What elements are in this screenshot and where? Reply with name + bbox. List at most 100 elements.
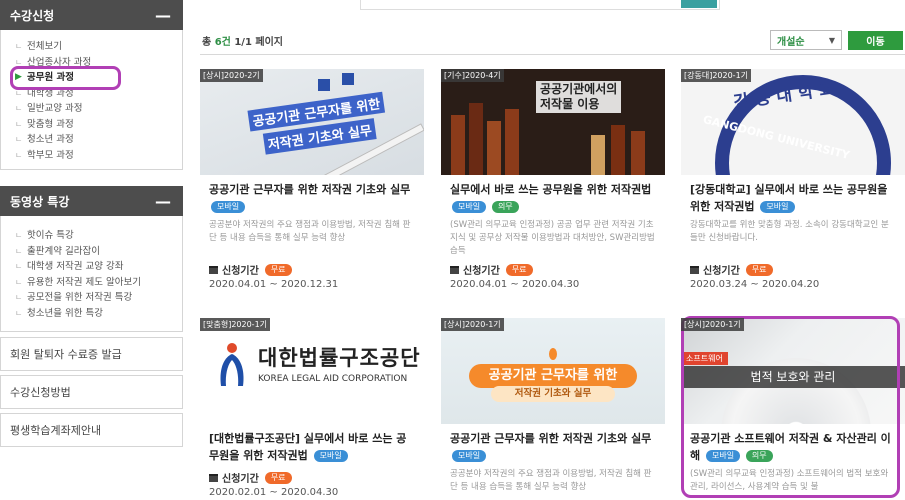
course-thumbnail[interactable]: [기수]2020-4기 공공기관에서의 저작물 이용	[441, 69, 665, 175]
course-description: 공공분야 저작권의 주요 쟁점과 이용방법, 저작권 침해 판단 등 내용 습득…	[450, 469, 652, 492]
free-badge: 무료	[264, 263, 292, 276]
dash-icon: ㄴ	[15, 277, 23, 287]
thumbnail-subcaption: 저작권 기초와 실무	[491, 386, 615, 402]
apply-period-date: 2020.03.24 ~ 2020.04.20	[690, 279, 820, 290]
collapse-icon[interactable]: —	[155, 6, 171, 25]
thumbnail-caption: 공공기관 근무자를 위한	[469, 364, 637, 388]
section-title: 수강신청	[10, 8, 55, 23]
sidebar-video-list: ㄴ 핫이슈 특강 ㄴ 출판계약 길라잡이 ㄴ 대학생 저작권 교양 강좌 ㄴ 유용한 저…	[0, 216, 183, 332]
course-thumbnail[interactable]: [상시]2020-2기 공공기관 근무자를 위한 저작권 기초와 실무	[200, 69, 424, 175]
sidebar-item-general[interactable]: ㄴ 일반교양 과정	[15, 101, 182, 117]
dash-icon: ㄴ	[15, 135, 23, 144]
divider	[200, 54, 905, 55]
sidebar-item-college-lecture[interactable]: ㄴ 대학생 저작권 교양 강좌	[15, 259, 182, 275]
sort-select[interactable]: 개설순 ▼	[770, 30, 842, 50]
sidebar-item-teen-lecture[interactable]: ㄴ 청소년을 위한 특강	[15, 306, 182, 322]
book-spine	[631, 131, 645, 175]
sidebar-link-certificate[interactable]: 회원 탈퇴자 수료증 발급	[0, 337, 183, 371]
course-tag: [상시]2020-1기	[441, 318, 504, 331]
mobile-badge: 모바일	[452, 450, 487, 462]
sidebar-item-all[interactable]: ㄴ 전체보기	[15, 39, 182, 55]
section-title: 동영상 특강	[10, 194, 70, 209]
thumbnail-caption: 공공기관 근무자를 위한 저작권 기초와 실무	[215, 85, 420, 162]
collapse-icon[interactable]: —	[155, 192, 171, 211]
course-tag: [기수]2020-4기	[441, 69, 504, 82]
legal-aid-logo	[220, 343, 244, 386]
course-card[interactable]: [상시]2020-2기 공공기관 근무자를 위한 저작권 기초와 실무 공공기관…	[200, 69, 424, 290]
course-card[interactable]: [상시]2020-1기 공공기관 근무자를 위한 저작권 기초와 실무 공공기관…	[441, 318, 665, 500]
dash-icon: ㄴ	[15, 231, 23, 240]
sidebar-item-custom[interactable]: ㄴ 맞춤형 과정	[15, 117, 182, 133]
apply-period-date: 2020.02.01 ~ 2020.04.30	[209, 487, 339, 498]
course-tag: [맞춤형]2020-1기	[200, 318, 271, 331]
sidebar-item-contest[interactable]: ㄴ 공모전을 위한 저작권 특강	[15, 290, 182, 306]
mobile-badge: 모바일	[705, 450, 741, 462]
go-button[interactable]: 이동	[848, 31, 903, 50]
result-summary: 총 6건 1/1 페이지	[202, 37, 283, 48]
sidebar-section-course-apply[interactable]: 수강신청 —	[0, 0, 183, 30]
course-list-area: 총 6건 1/1 페이지 개설순 ▼ 이동 [상시]2020-2기 공공기관 근…	[200, 0, 905, 500]
dash-icon: ㄴ	[15, 262, 23, 271]
apply-period-label: 신청기간 무료	[209, 470, 415, 485]
apply-period-label: 신청기간 무료	[209, 262, 415, 277]
book-spine	[469, 103, 483, 175]
die-icon	[342, 73, 354, 85]
calendar-icon	[209, 265, 218, 274]
course-description: 강동대학교를 위한 맞춤형 과정. 소속이 강동대학교인 분들만 신청바랍니다.	[690, 220, 889, 243]
calendar-icon	[690, 265, 699, 274]
thumbnail-caption: 공공기관에서의 저작물 이용	[536, 81, 622, 113]
book-spine	[591, 135, 605, 175]
mobile-badge: 모바일	[760, 201, 795, 213]
course-title[interactable]: 공공기관 근무자를 위한 저작권 기초와 실무 모바일	[209, 181, 415, 215]
course-card[interactable]: [맞춤형]2020-1기 대한법률구조공단 KOREA LEGAL AID CO…	[200, 318, 424, 498]
mobile-badge: 모바일	[211, 201, 246, 213]
free-badge: 무료	[505, 263, 533, 276]
course-title[interactable]: 공공기관 근무자를 위한 저작권 기초와 실무 모바일	[450, 430, 656, 464]
course-title[interactable]: 공공기관 소프트웨어 저작권 & 자산관리 이해 모바일 의무	[690, 430, 896, 464]
course-title[interactable]: [강동대학교] 실무에서 바로 쓰는 공무원을 위한 저작권법 모바일	[690, 181, 896, 215]
course-thumbnail[interactable]: [강동대]2020-1기 강 동 대 학 교 GANGDONG UNIVERSI…	[681, 69, 905, 175]
apply-period-label: 신청기간 무료	[450, 262, 656, 277]
organization-english-name: KOREA LEGAL AID CORPORATION	[258, 374, 408, 384]
sidebar-item-hot-issue[interactable]: ㄴ 핫이슈 특강	[15, 228, 182, 244]
course-card[interactable]: [기수]2020-4기 공공기관에서의 저작물 이용 실무에서 바로 쓰는 공무…	[441, 69, 665, 290]
course-description: 공공분야 저작권의 주요 쟁점과 이용방법, 저작권 침해 판단 등 내용 습득…	[209, 220, 411, 243]
book-spine	[451, 115, 465, 175]
course-card[interactable]: [상시]2020-1기 소프트웨어 법적 보호와 관리 공공기관 소프트웨어 저…	[681, 318, 905, 500]
top-accent	[681, 0, 717, 8]
dash-icon: ㄴ	[15, 150, 23, 160]
course-thumbnail[interactable]: [맞춤형]2020-1기 대한법률구조공단 KOREA LEGAL AID CO…	[200, 318, 424, 424]
course-title[interactable]: 실무에서 바로 쓰는 공무원을 위한 저작권법 모바일 의무	[450, 181, 656, 215]
sidebar-link-how-to-apply[interactable]: 수강신청방법	[0, 375, 183, 409]
course-description: (SW관리 의무교육 인정과정) 공공 업무 관련 저작권 기초 지식 및 공무…	[450, 220, 655, 256]
course-tag: [강동대]2020-1기	[681, 69, 752, 82]
top-strip	[360, 0, 720, 10]
dash-icon: ㄴ	[15, 246, 23, 256]
chevron-down-icon: ▼	[828, 35, 835, 45]
category-label: 소프트웨어	[681, 352, 728, 365]
sidebar-item-youth[interactable]: ㄴ 청소년 과정	[15, 132, 182, 148]
required-badge: 의무	[491, 201, 519, 213]
apply-period-date: 2020.04.01 ~ 2020.04.30	[450, 279, 580, 290]
highlight-annotation	[10, 66, 121, 90]
sidebar-section-video-lecture[interactable]: 동영상 특강 —	[0, 186, 183, 216]
sidebar-item-parent[interactable]: ㄴ 학부모 과정	[15, 148, 182, 164]
course-title[interactable]: [대한법률구조공단] 실무에서 바로 쓰는 공무원을 위한 저작권법 모바일	[209, 430, 415, 464]
calendar-icon	[209, 473, 218, 482]
drop-icon	[549, 348, 557, 360]
course-thumbnail[interactable]: [상시]2020-1기 공공기관 근무자를 위한 저작권 기초와 실무	[441, 318, 665, 424]
die-icon	[318, 79, 330, 91]
apply-period-label: 신청기간 무료	[690, 262, 896, 277]
dash-icon: ㄴ	[15, 119, 23, 129]
course-card[interactable]: [강동대]2020-1기 강 동 대 학 교 GANGDONG UNIVERSI…	[681, 69, 905, 290]
sidebar-link-learning-account[interactable]: 평생학습계좌제안내	[0, 413, 183, 447]
dash-icon: ㄴ	[15, 308, 23, 318]
course-tag: [상시]2020-1기	[681, 318, 744, 331]
sidebar-item-publishing[interactable]: ㄴ 출판계약 길라잡이	[15, 244, 182, 260]
book-spine	[505, 109, 519, 175]
course-description: (SW관리 의무교육 인정과정) 소프트웨어의 법적 보호와 관리, 라이선스,…	[690, 469, 889, 492]
sidebar-item-useful-system[interactable]: ㄴ 유용한 저작권 제도 알아보기	[15, 275, 182, 291]
course-thumbnail[interactable]: [상시]2020-1기 소프트웨어 법적 보호와 관리	[681, 318, 905, 424]
thumbnail-caption: 법적 보호와 관리	[681, 366, 905, 388]
mobile-badge: 모바일	[452, 201, 487, 213]
